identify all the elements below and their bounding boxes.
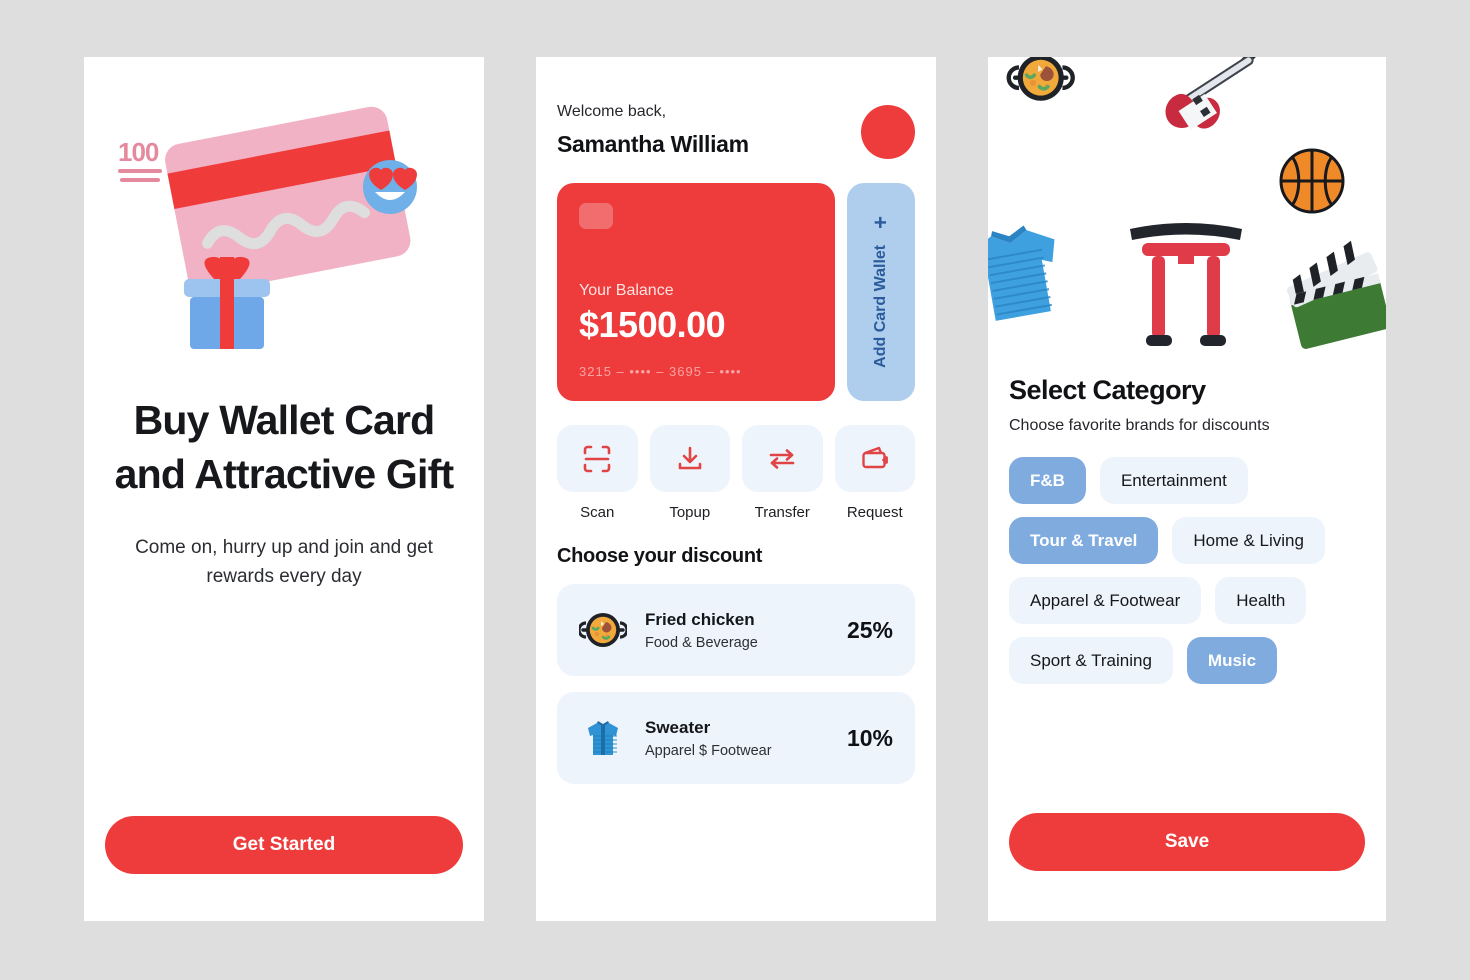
transfer-icon xyxy=(769,448,795,469)
action-transfer[interactable]: Transfer xyxy=(742,425,823,521)
action-request[interactable]: Request xyxy=(834,425,915,521)
heart-eyes-face-icon xyxy=(363,160,417,214)
balance-amount: $1500.00 xyxy=(579,304,726,345)
discount-name: Fried chicken xyxy=(645,609,755,629)
discount-category: Food & Beverage xyxy=(645,634,758,651)
chip-music[interactable]: Music xyxy=(1186,637,1278,684)
category-chip-list: F&B Entertainment Tour & Travel Home & L… xyxy=(1009,457,1365,684)
blue-sweater-icon xyxy=(988,225,1055,321)
avatar[interactable] xyxy=(861,105,915,159)
card-row: Your Balance $1500.00 3215 – •••• – 3695… xyxy=(557,183,915,401)
wallet-header: Welcome back, Samantha William xyxy=(557,101,915,159)
discount-row-fried-chicken[interactable]: Fried chicken Food & Beverage 25% xyxy=(557,584,915,676)
chip-f-and-b[interactable]: F&B xyxy=(1009,457,1086,504)
user-name: Samantha William xyxy=(557,131,749,157)
add-card-wallet-button[interactable]: Add Card Wallet + xyxy=(847,183,915,401)
card-chip-icon xyxy=(579,203,613,229)
blue-jacket-icon xyxy=(588,721,618,755)
paella-pan-icon xyxy=(1006,57,1075,101)
page-subtitle: Come on, hurry up and join and get rewar… xyxy=(135,537,433,587)
action-label: Transfer xyxy=(754,504,810,521)
onboarding-illustration: 100 xyxy=(84,57,484,387)
discount-category: Apparel $ Footwear xyxy=(645,742,772,759)
category-illustration xyxy=(988,57,1386,375)
transfer-tile xyxy=(742,425,823,492)
page-title: Buy Wallet Card and Attractive Gift xyxy=(114,397,454,497)
get-started-button[interactable]: Get Started xyxy=(105,816,463,874)
category-icons-collage xyxy=(988,57,1386,349)
hundred-points-icon: 100 xyxy=(118,137,162,182)
discount-row-sweater[interactable]: Sweater Apparel $ Footwear 10% xyxy=(557,692,915,784)
action-label: Request xyxy=(846,504,903,521)
request-wallet-icon xyxy=(862,446,888,468)
plus-icon: + xyxy=(868,216,893,229)
paella-pan-icon xyxy=(579,613,627,647)
page-subtitle: Choose favorite brands for discounts xyxy=(1009,417,1270,434)
wallet-card-gift-illustration: 100 xyxy=(118,106,417,349)
topup-tile xyxy=(649,425,730,492)
scan-icon xyxy=(583,445,611,472)
welcome-greeting: Welcome back, xyxy=(557,103,667,120)
save-button[interactable]: Save xyxy=(1009,813,1365,871)
action-topup[interactable]: Topup xyxy=(649,425,730,521)
chip-sport-and-training[interactable]: Sport & Training xyxy=(1009,637,1173,684)
scan-tile xyxy=(557,425,638,492)
action-label: Topup xyxy=(669,504,711,521)
add-card-wallet-label: Add Card Wallet xyxy=(872,244,889,368)
clapper-board-icon xyxy=(1286,240,1386,349)
chip-health[interactable]: Health xyxy=(1215,577,1307,624)
svg-text:100: 100 xyxy=(118,137,159,167)
torii-gate-icon xyxy=(1130,223,1242,346)
card-number: 3215 – •••• – 3695 – •••• xyxy=(579,364,742,379)
discount-percent: 25% xyxy=(846,616,893,643)
basketball-icon xyxy=(1279,148,1345,214)
chip-apparel-and-footwear[interactable]: Apparel & Footwear xyxy=(1009,577,1202,624)
request-tile xyxy=(834,425,915,492)
action-scan[interactable]: Scan xyxy=(557,425,638,521)
chip-home-and-living[interactable]: Home & Living xyxy=(1172,517,1325,564)
discount-section-title: Choose your discount xyxy=(557,545,763,567)
select-category-screen: Select Category Choose favorite brands f… xyxy=(988,57,1386,921)
chip-tour-and-travel[interactable]: Tour & Travel xyxy=(1009,517,1159,564)
action-label: Scan xyxy=(580,504,615,521)
topup-icon xyxy=(678,446,702,469)
balance-card[interactable]: Your Balance $1500.00 3215 – •••• – 3695… xyxy=(557,183,835,401)
screens-canvas: 100 Buy Wallet Card and Attractive Gift … xyxy=(0,0,1470,980)
discount-name: Sweater xyxy=(645,717,711,737)
discount-percent: 10% xyxy=(846,724,893,751)
page-title: Select Category xyxy=(1009,375,1206,405)
quick-actions: Scan Topup Transfer Request xyxy=(557,425,915,521)
balance-label: Your Balance xyxy=(579,282,674,299)
onboarding-screen: 100 Buy Wallet Card and Attractive Gift … xyxy=(84,57,484,921)
electric-guitar-icon xyxy=(1165,57,1260,130)
chip-entertainment[interactable]: Entertainment xyxy=(1099,457,1248,504)
wallet-screen: Welcome back, Samantha William Your Bala… xyxy=(536,57,936,921)
